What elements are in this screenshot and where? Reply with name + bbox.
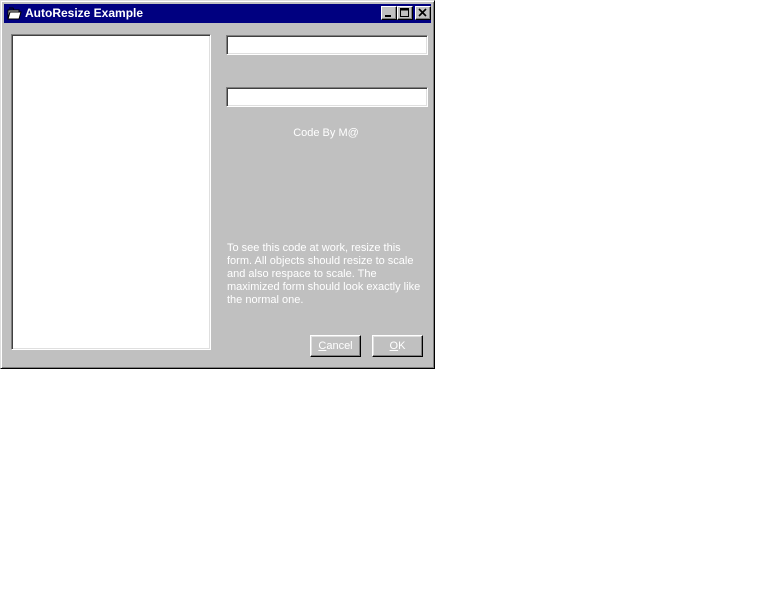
minimize-icon <box>385 15 391 17</box>
instructions-label: To see this code at work, resize this fo… <box>227 242 421 306</box>
text-field-2[interactable] <box>226 87 428 107</box>
cancel-label-rest: ancel <box>326 339 353 352</box>
ok-label-rest: K <box>398 339 406 352</box>
minimize-button[interactable] <box>381 6 397 20</box>
close-icon <box>418 8 427 17</box>
ok-button[interactable]: OK <box>372 335 423 357</box>
cancel-button[interactable]: Cancel <box>310 335 361 357</box>
close-button[interactable] <box>415 6 431 20</box>
ok-accel: O <box>389 339 399 352</box>
maximize-button[interactable] <box>397 6 413 20</box>
autoresize-window: AutoResize Example Code By M@ To see thi… <box>0 0 435 369</box>
list-box[interactable] <box>11 34 211 350</box>
text-field-1[interactable] <box>226 35 428 55</box>
window-title: AutoResize Example <box>25 6 144 20</box>
credit-label: Code By M@ <box>293 127 359 139</box>
folder-icon[interactable] <box>7 6 22 21</box>
title-bar[interactable]: AutoResize Example <box>4 4 431 23</box>
maximize-icon <box>400 8 409 17</box>
